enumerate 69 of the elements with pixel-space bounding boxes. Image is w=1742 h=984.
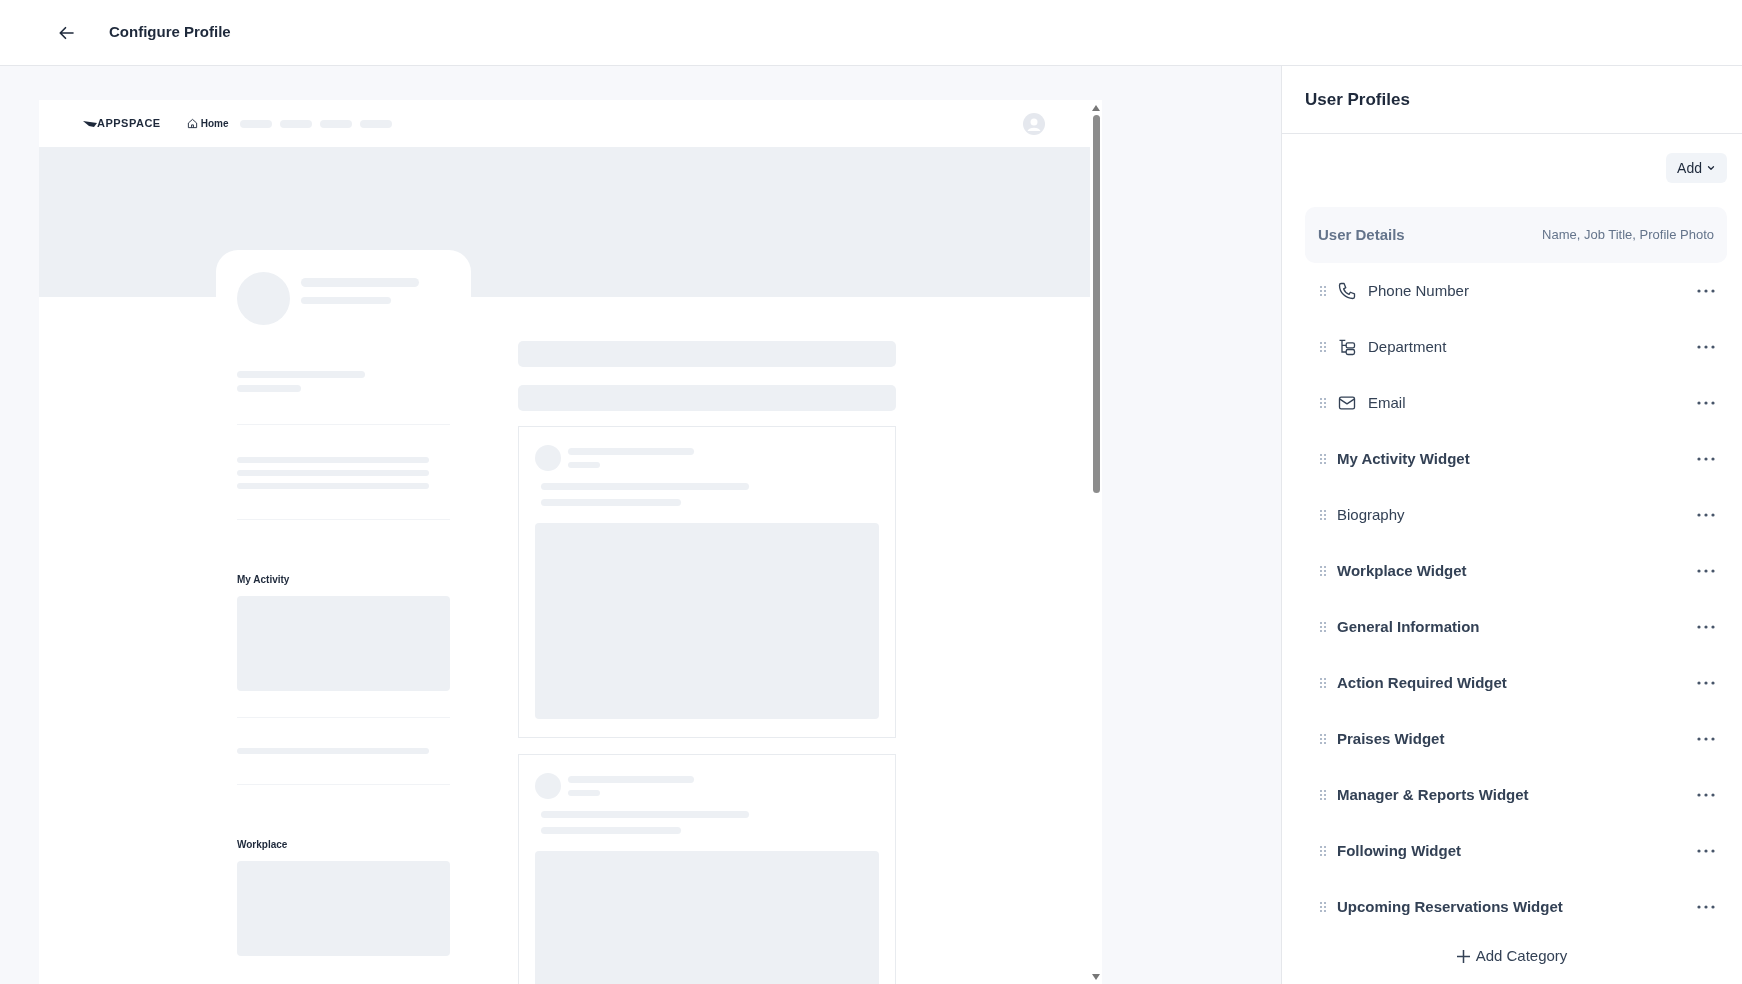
more-icon[interactable] [1697, 681, 1715, 685]
home-icon [186, 118, 198, 129]
drag-handle-icon[interactable] [1320, 566, 1326, 576]
profile-item[interactable]: Action Required Widget [1305, 655, 1727, 711]
user-details-label: User Details [1318, 224, 1405, 245]
avatar-icon [1023, 112, 1045, 135]
item-label: Workplace Widget [1337, 560, 1467, 581]
scroll-up-icon[interactable] [1092, 105, 1100, 111]
item-label: General Information [1337, 616, 1480, 637]
user-details-fields: Name, Job Title, Profile Photo [1542, 225, 1714, 245]
scroll-down-icon[interactable] [1092, 974, 1100, 980]
more-icon[interactable] [1697, 401, 1715, 405]
chevron-down-icon [1706, 163, 1716, 173]
more-icon[interactable] [1697, 625, 1715, 629]
page-title: Configure Profile [109, 22, 231, 43]
profile-item[interactable]: Workplace Widget [1305, 543, 1727, 599]
more-icon[interactable] [1697, 289, 1715, 293]
profile-item[interactable]: Phone Number [1305, 263, 1727, 319]
profile-item[interactable]: Praises Widget [1305, 711, 1727, 767]
scrollbar-thumb[interactable] [1092, 115, 1100, 493]
drag-handle-icon[interactable] [1320, 454, 1326, 464]
section-heading: Workplace [237, 838, 289, 852]
profile-item[interactable]: Manager & Reports Widget [1305, 767, 1727, 823]
profile-item[interactable]: Upcoming Reservations Widget [1305, 879, 1727, 935]
item-label: Following Widget [1337, 840, 1461, 861]
more-icon[interactable] [1697, 737, 1715, 741]
section-heading: My Activity [237, 573, 291, 587]
item-label: Department [1368, 336, 1447, 357]
drag-handle-icon[interactable] [1320, 510, 1326, 520]
item-label: My Activity Widget [1337, 448, 1470, 469]
drag-handle-icon[interactable] [1320, 622, 1326, 632]
drag-handle-icon[interactable] [1320, 286, 1326, 296]
drag-handle-icon[interactable] [1320, 342, 1326, 352]
drag-handle-icon[interactable] [1320, 902, 1326, 912]
add-button[interactable]: Add [1666, 153, 1727, 183]
item-label: Email [1368, 392, 1406, 413]
profile-item[interactable]: Department [1305, 319, 1727, 375]
nav-link[interactable]: Home [200, 116, 229, 131]
drag-handle-icon[interactable] [1320, 846, 1326, 856]
profile-item[interactable]: Following Widget [1305, 823, 1727, 879]
item-label: Action Required Widget [1337, 672, 1507, 693]
item-label: Upcoming Reservations Widget [1337, 896, 1563, 917]
logo: APPSPACE [97, 116, 161, 132]
hierarchy-icon [1337, 337, 1357, 357]
more-icon[interactable] [1697, 849, 1715, 853]
more-icon[interactable] [1697, 569, 1715, 573]
drag-handle-icon[interactable] [1320, 790, 1326, 800]
profile-item[interactable]: My Activity Widget [1305, 431, 1727, 487]
profile-item[interactable]: Biography [1305, 487, 1727, 543]
panel-title: User Profiles [1305, 88, 1410, 111]
item-label: Praises Widget [1337, 728, 1445, 749]
profile-item[interactable]: General Information [1305, 599, 1727, 655]
drag-handle-icon[interactable] [1320, 678, 1326, 688]
more-icon[interactable] [1697, 905, 1715, 909]
logo-icon [83, 119, 97, 128]
plus-icon [1456, 949, 1470, 963]
item-label: Biography [1337, 504, 1405, 525]
drag-handle-icon[interactable] [1320, 398, 1326, 408]
add-category-button[interactable]: Add Category [1456, 945, 1568, 968]
more-icon[interactable] [1697, 513, 1715, 517]
more-icon[interactable] [1697, 345, 1715, 349]
more-icon[interactable] [1697, 793, 1715, 797]
item-label: Manager & Reports Widget [1337, 784, 1529, 805]
item-label: Phone Number [1368, 280, 1469, 301]
profile-item[interactable]: Email [1305, 375, 1727, 431]
drag-handle-icon[interactable] [1320, 734, 1326, 744]
phone-icon [1337, 281, 1357, 301]
more-icon[interactable] [1697, 457, 1715, 461]
scrollbar[interactable] [1090, 100, 1102, 984]
